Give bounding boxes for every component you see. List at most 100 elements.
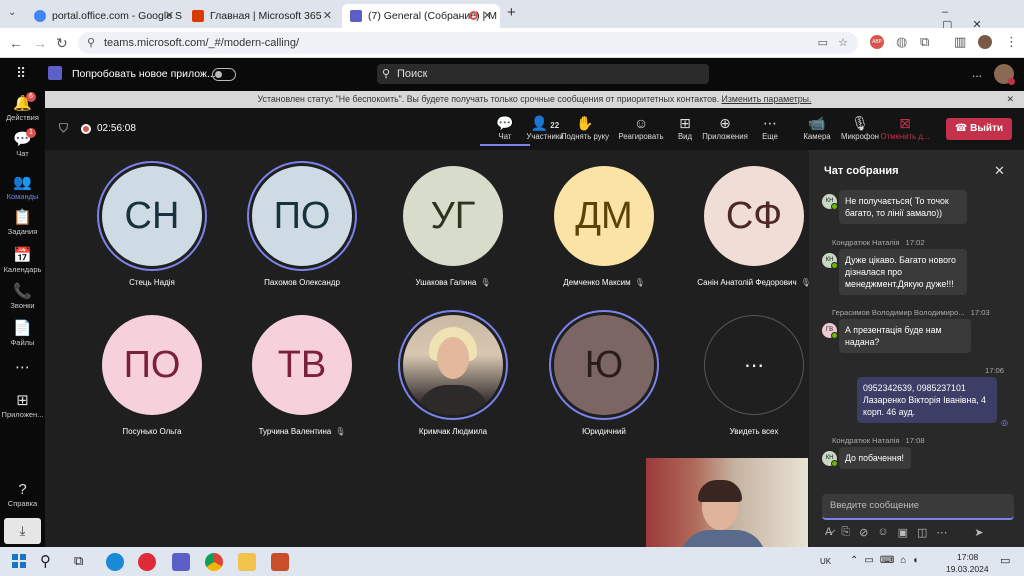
search-input[interactable]: ⚲ Поиск xyxy=(377,64,709,84)
participant-tile[interactable]: СФ Санін Анатолій Федорович 🎙 xyxy=(679,150,829,300)
app-launcher-icon[interactable]: ⠿ xyxy=(16,65,26,82)
extensions-icon[interactable]: ⧉ xyxy=(920,34,929,50)
rail-item-apps[interactable]: ⊞ Приложен... xyxy=(0,392,45,419)
close-icon[interactable]: ✕ xyxy=(483,9,492,22)
loop-icon[interactable]: ⊘ xyxy=(859,526,868,539)
gif-icon[interactable]: ▣ xyxy=(898,526,908,539)
try-new-teams-toggle[interactable] xyxy=(212,68,236,81)
call-more-button[interactable]: ⋯ Еще xyxy=(745,114,795,141)
back-icon[interactable]: ← xyxy=(9,35,23,51)
search-icon: ⚲ xyxy=(382,68,391,80)
emoji-icon[interactable]: ☺ xyxy=(877,526,888,539)
windows-start-icon[interactable] xyxy=(12,554,26,568)
rail-item-calendar[interactable]: 📅 Календарь xyxy=(0,247,45,274)
participant-name: Турчина Валентина 🎙 xyxy=(217,427,387,436)
rail-item-chat[interactable]: 💬 Чат 1 xyxy=(0,128,45,158)
browser-tab-m365[interactable]: Главная | Microsoft 365 ✕ xyxy=(184,4,340,28)
tab-search-icon[interactable]: ⌄ xyxy=(8,7,16,18)
edge-icon[interactable] xyxy=(106,553,124,571)
leave-label: Выйти xyxy=(970,123,1004,134)
teams-taskbar-icon[interactable] xyxy=(172,553,190,571)
format-icon[interactable]: A̷ xyxy=(825,526,832,539)
profile-avatar[interactable] xyxy=(978,35,992,49)
leave-button[interactable]: ☎ Выйти xyxy=(946,118,1012,140)
browser-tab-google[interactable]: portal.office.com - Google Sear ✕ xyxy=(26,4,182,28)
participant-avatar: СН xyxy=(102,166,202,266)
rail-item-more[interactable]: ⋯ xyxy=(0,359,45,377)
participant-tile[interactable]: ТВ Турчина Валентина 🎙 xyxy=(227,299,377,449)
rail-item-assignments[interactable]: 📋 Задания xyxy=(0,209,45,236)
browser-tab-teams[interactable]: (7) General (Собрание) | M ✕ xyxy=(342,4,500,28)
rail-item-teams[interactable]: 👥 Команды xyxy=(0,174,45,201)
close-icon[interactable]: ✕ xyxy=(1007,91,1014,108)
download-button[interactable]: ⤓ xyxy=(4,518,41,544)
close-icon[interactable]: ✕ xyxy=(323,9,332,22)
browser-tab-strip: ⌄ portal.office.com - Google Sear ✕ Глав… xyxy=(0,0,1024,31)
new-tab-button[interactable]: + xyxy=(507,4,516,21)
participant-tile[interactable]: ⋯ Увидеть всех xyxy=(679,299,829,449)
side-panel-icon[interactable]: ▥ xyxy=(954,34,966,50)
opera-icon[interactable] xyxy=(138,553,156,571)
browser-menu-icon[interactable]: ⋮ xyxy=(1005,34,1018,50)
call-mic-button[interactable]: 🎙 Микрофон xyxy=(835,114,885,141)
participant-name: Ушакова Галина 🎙 xyxy=(368,278,538,287)
chat-message: Дуже цікаво. Багато нового дізналася про… xyxy=(839,249,967,295)
participant-avatar: ДМ xyxy=(554,166,654,266)
participant-name-text: Посунько Ольга xyxy=(122,427,182,436)
avatar-initials: ДМ xyxy=(575,194,633,237)
smile-icon: ☺ xyxy=(616,114,666,132)
more-icon[interactable]: ⋯ xyxy=(936,526,947,539)
notifications-icon[interactable]: ▭ xyxy=(1000,554,1010,567)
teams-header: ⠿ Попробовать новое прилож... ⚲ Поиск ..… xyxy=(0,58,1024,91)
call-hand-button[interactable]: ✋ Поднять руку xyxy=(560,114,610,141)
bell-icon: 🔔 xyxy=(13,95,32,112)
self-view-video[interactable] xyxy=(646,458,808,547)
participant-tile[interactable]: Кримчак Людмила xyxy=(378,299,528,449)
participant-tile[interactable]: ДМ Демченко Максим 🎙 xyxy=(529,150,679,300)
chat-message: Не получається( То точок багато, то ліні… xyxy=(839,190,967,224)
rail-item-calls[interactable]: 📞 Звонки xyxy=(0,283,45,310)
taskbar-search-icon[interactable]: ⚲ xyxy=(40,552,51,570)
rail-item-help[interactable]: ? Справка xyxy=(0,481,45,508)
rail-item-bell[interactable]: 🔔 Действия 6 xyxy=(0,92,45,122)
chat-message: До побачення! xyxy=(839,447,911,469)
participant-name: Стець Надія xyxy=(67,278,237,287)
task-view-icon[interactable]: ⧉ xyxy=(74,553,83,569)
toolbar-glyph: 💬 xyxy=(496,115,514,131)
tray-icons[interactable]: ⌃▭⌨⌂◖ xyxy=(850,555,924,566)
change-settings-link[interactable]: Изменить параметры. xyxy=(722,94,812,104)
forward-icon[interactable]: → xyxy=(33,35,47,51)
rail-item-label: Календарь xyxy=(3,265,42,274)
adblock-extension-icon[interactable]: ABP xyxy=(870,35,884,49)
participant-tile[interactable]: УГ Ушакова Галина 🎙 xyxy=(378,150,528,300)
apps-icon: ⊞ xyxy=(16,392,29,409)
globe-extension-icon[interactable]: ◍ xyxy=(896,34,907,50)
call-share-button[interactable]: ⊠ Отменить д... xyxy=(880,114,930,141)
send-icon[interactable]: ➤ xyxy=(974,526,983,539)
sticker-icon[interactable]: ◫ xyxy=(917,526,927,539)
url-input[interactable]: ⚲ teams.microsoft.com/_#/modern-calling/… xyxy=(78,32,858,54)
call-plus-button[interactable]: ⊕ Приложения xyxy=(700,114,750,141)
close-icon[interactable]: ✕ xyxy=(994,163,1005,179)
call-smile-button[interactable]: ☺ Реагировать xyxy=(616,114,666,141)
file-explorer-icon[interactable] xyxy=(238,553,256,571)
close-icon[interactable]: ✕ xyxy=(165,9,174,22)
recording-icon xyxy=(81,124,91,134)
camera-indicator-icon[interactable]: ▭ xyxy=(818,32,828,54)
powerpoint-icon[interactable] xyxy=(271,553,289,571)
attach-icon[interactable]: ⎘ xyxy=(841,526,850,539)
keyboard-language[interactable]: UK xyxy=(820,557,831,566)
settings-more-button[interactable]: ... xyxy=(972,66,982,80)
participant-tile[interactable]: ПО Пахомов Олександр xyxy=(227,150,377,300)
bookmark-star-icon[interactable]: ☆ xyxy=(838,32,848,54)
reload-icon[interactable]: ↻ xyxy=(56,35,68,52)
rail-item-files[interactable]: 📄 Файлы xyxy=(0,320,45,347)
chrome-icon[interactable] xyxy=(205,553,223,571)
participant-tile[interactable]: Ю Юридичний xyxy=(529,299,679,449)
participant-tile[interactable]: СН Стець Надія xyxy=(77,150,227,300)
participant-tile[interactable]: ПО Посунько Ольга xyxy=(77,299,227,449)
message-avatar: КН xyxy=(822,253,838,269)
message-author: Кондратюк Наталія xyxy=(832,436,900,445)
message-avatar: ГВ xyxy=(822,323,838,339)
message-input[interactable]: Введите сообщение xyxy=(822,494,1014,520)
